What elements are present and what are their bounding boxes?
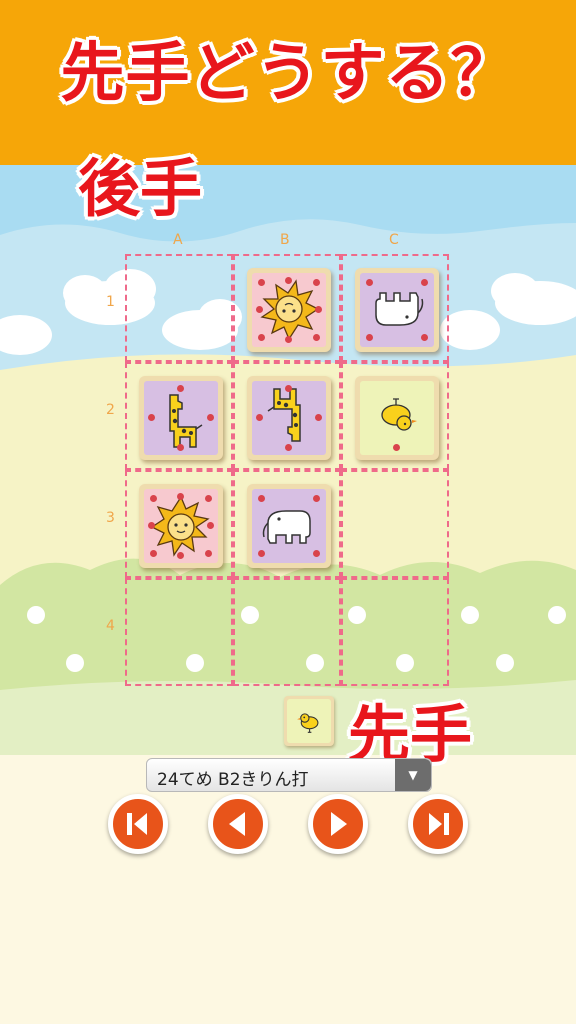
piece-a2-giraffe[interactable]: [139, 376, 223, 460]
first-move-button[interactable]: [108, 794, 168, 854]
row-label-2: 2: [106, 402, 115, 418]
piece-b1-lion[interactable]: [247, 268, 331, 352]
last-move-button[interactable]: [408, 794, 468, 854]
move-history-select[interactable]: 24てめ B2きりん打 ▼: [146, 758, 432, 792]
square-a1[interactable]: [125, 254, 233, 362]
row-label-1: 1: [106, 294, 115, 310]
piece-c1-elephant[interactable]: [355, 268, 439, 352]
move-select-value: 24てめ B2きりん打: [157, 770, 309, 790]
chevron-down-icon: ▼: [395, 759, 431, 791]
step-back-icon: [229, 812, 245, 836]
square-c3[interactable]: [341, 470, 449, 578]
puzzle-title: 先手どうする？: [60, 37, 516, 111]
piece-c2-chick[interactable]: [355, 376, 439, 460]
sente-hand-chick[interactable]: [284, 696, 334, 746]
next-move-button[interactable]: [308, 794, 368, 854]
previous-move-button[interactable]: [208, 794, 268, 854]
square-b4[interactable]: [233, 578, 341, 686]
row-label-4: 4: [106, 618, 115, 634]
column-label-b: B: [280, 232, 290, 248]
gote-label: 後手: [78, 152, 203, 225]
piece-a3-lion[interactable]: [139, 484, 223, 568]
column-label-a: A: [173, 232, 183, 248]
row-label-3: 3: [106, 510, 115, 526]
square-a4[interactable]: [125, 578, 233, 686]
skip-to-end-icon: [429, 813, 449, 835]
step-forward-icon: [331, 812, 347, 836]
column-label-c: C: [389, 232, 399, 248]
chick-icon: [297, 713, 319, 733]
piece-b2-giraffe[interactable]: [247, 376, 331, 460]
skip-to-start-icon: [127, 813, 147, 835]
square-c4[interactable]: [341, 578, 449, 686]
piece-b3-elephant[interactable]: [247, 484, 331, 568]
